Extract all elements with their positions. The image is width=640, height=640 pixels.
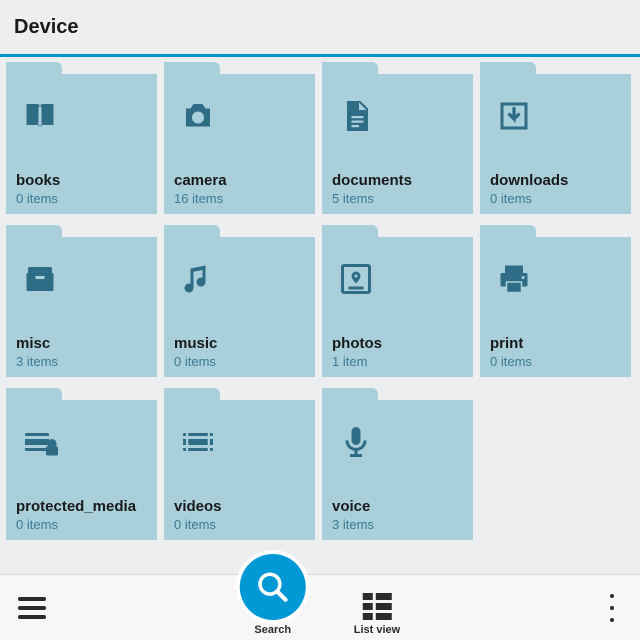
search-button[interactable] xyxy=(240,554,306,620)
folder-name: downloads xyxy=(490,173,621,190)
download-icon xyxy=(494,96,534,136)
folder-count: 0 items xyxy=(16,191,147,206)
document-icon xyxy=(336,96,376,136)
folder-camera[interactable]: camera 16 items xyxy=(164,62,315,214)
folder-name: photos xyxy=(332,336,463,353)
header-bar: Device xyxy=(0,0,640,57)
photo-icon xyxy=(336,259,376,299)
folder-name: music xyxy=(174,336,305,353)
book-icon xyxy=(20,96,60,136)
folder-voice[interactable]: voice 3 items xyxy=(322,388,473,540)
listview-icon xyxy=(363,593,392,620)
search-icon xyxy=(256,570,290,604)
listview-label: List view xyxy=(354,624,400,636)
listview-button[interactable]: List view xyxy=(354,593,400,636)
folder-count: 0 items xyxy=(490,191,621,206)
video-icon xyxy=(178,422,218,462)
folder-downloads[interactable]: downloads 0 items xyxy=(480,62,631,214)
overflow-menu-icon[interactable] xyxy=(602,590,622,626)
folder-misc[interactable]: misc 3 items xyxy=(6,225,157,377)
page-title: Device xyxy=(14,16,79,39)
protected-icon xyxy=(20,422,60,462)
camera-icon xyxy=(178,96,218,136)
folder-count: 3 items xyxy=(16,354,147,369)
music-icon xyxy=(178,259,218,299)
folder-protected_media[interactable]: protected_media 0 items xyxy=(6,388,157,540)
folder-count: 0 items xyxy=(174,517,305,532)
folder-count: 0 items xyxy=(490,354,621,369)
folder-photos[interactable]: photos 1 item xyxy=(322,225,473,377)
folder-music[interactable]: music 0 items xyxy=(164,225,315,377)
mic-icon xyxy=(336,422,376,462)
bottom-toolbar: Search List view xyxy=(0,574,640,640)
folder-count: 3 items xyxy=(332,517,463,532)
folder-count: 0 items xyxy=(16,517,147,532)
folder-name: misc xyxy=(16,336,147,353)
folder-count: 5 items xyxy=(332,191,463,206)
folder-name: voice xyxy=(332,499,463,516)
folder-count: 0 items xyxy=(174,354,305,369)
folder-count: 1 item xyxy=(332,354,463,369)
folder-grid: books 0 items camera 16 items documents … xyxy=(0,57,640,540)
folder-count: 16 items xyxy=(174,191,305,206)
folder-print[interactable]: print 0 items xyxy=(480,225,631,377)
folder-name: documents xyxy=(332,173,463,190)
search-label: Search xyxy=(254,624,291,636)
folder-name: books xyxy=(16,173,147,190)
print-icon xyxy=(494,259,534,299)
box-icon xyxy=(20,259,60,299)
folder-documents[interactable]: documents 5 items xyxy=(322,62,473,214)
folder-books[interactable]: books 0 items xyxy=(6,62,157,214)
folder-name: protected_media xyxy=(16,499,147,516)
folder-name: videos xyxy=(174,499,305,516)
folder-name: camera xyxy=(174,173,305,190)
folder-videos[interactable]: videos 0 items xyxy=(164,388,315,540)
folder-name: print xyxy=(490,336,621,353)
menu-icon[interactable] xyxy=(18,597,46,619)
